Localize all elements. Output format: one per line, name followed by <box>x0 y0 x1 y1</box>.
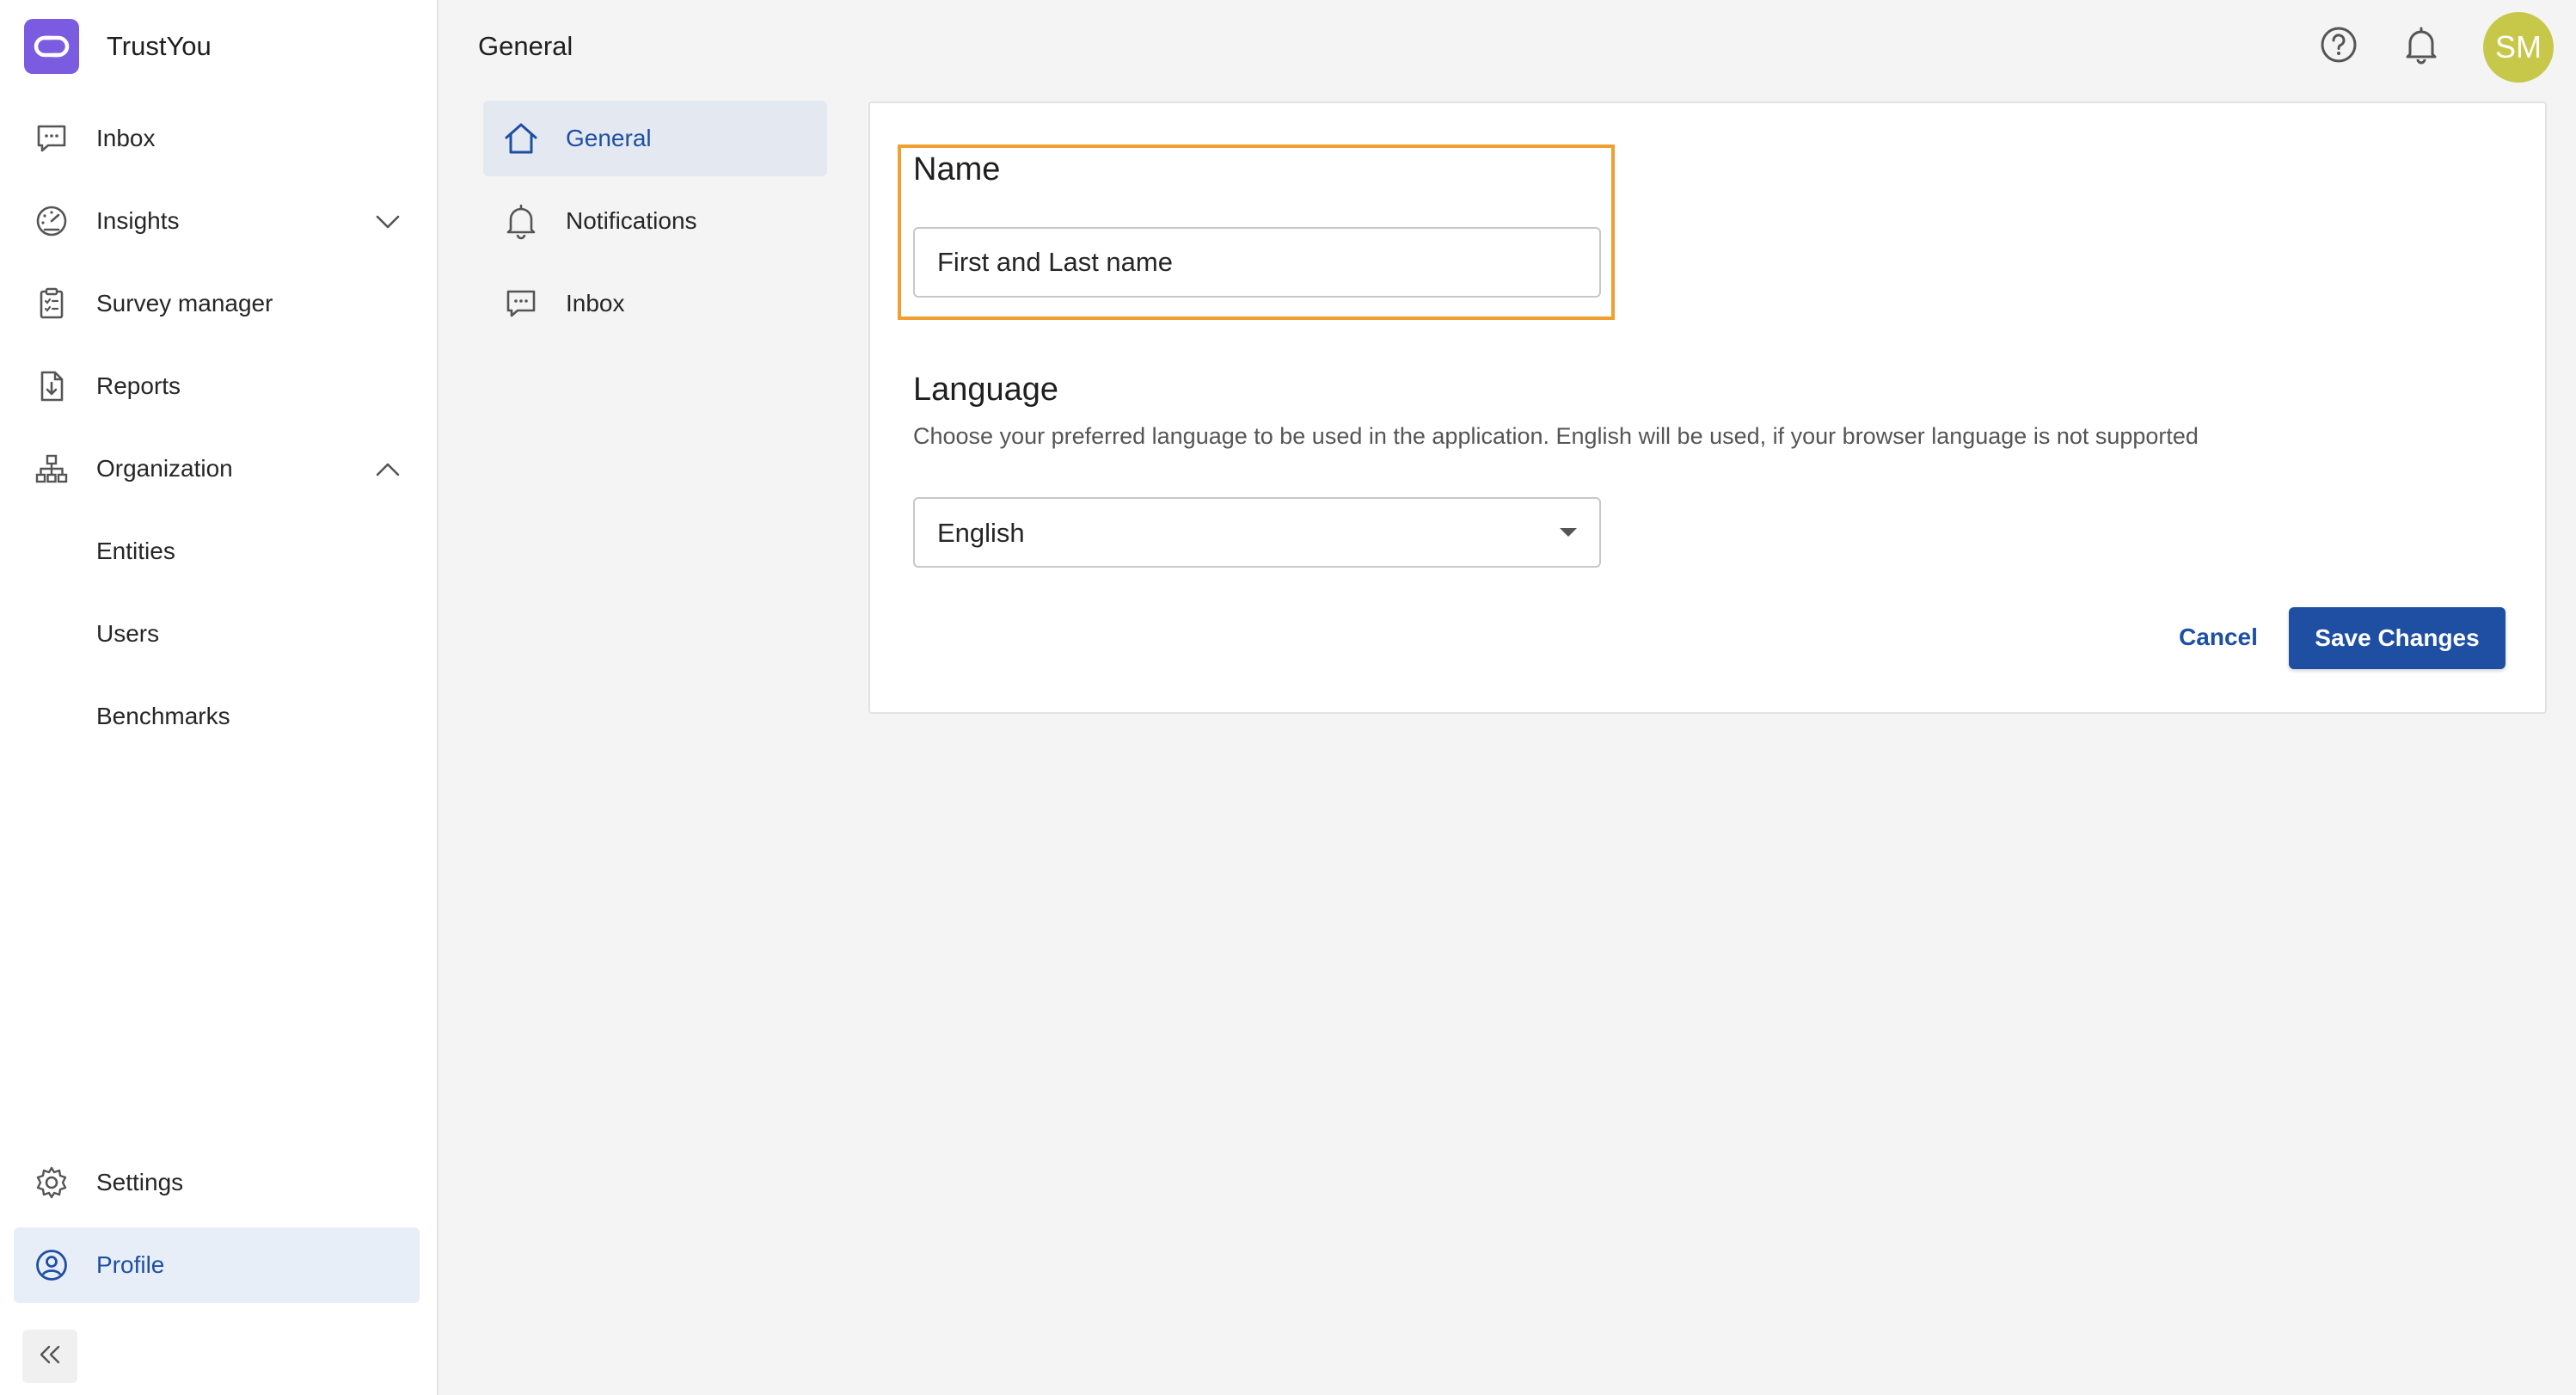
sidebar-item-organization[interactable]: Organization <box>14 431 420 507</box>
org-chart-icon <box>33 450 71 488</box>
chevron-down-icon[interactable] <box>373 207 402 237</box>
sidebar-item-label: Benchmarks <box>96 703 230 729</box>
language-select[interactable]: English <box>913 497 1601 568</box>
page-title: General <box>478 31 573 61</box>
trustyou-logo-icon <box>24 19 79 74</box>
save-changes-button[interactable]: Save Changes <box>2289 607 2505 669</box>
sidebar-item-label: Organization <box>96 455 233 482</box>
gear-icon <box>33 1164 71 1201</box>
sidebar-item-profile[interactable]: Profile <box>14 1227 420 1303</box>
sub-nav-item-notifications[interactable]: Notifications <box>483 183 827 259</box>
language-section-title: Language <box>913 372 1059 408</box>
sidebar-item-label: Reports <box>96 372 181 399</box>
sidebar-item-label: Insights <box>96 207 180 234</box>
help-circle-icon <box>2319 25 2358 69</box>
sidebar-item-reports[interactable]: Reports <box>14 348 420 424</box>
sub-nav-label: General <box>566 125 652 151</box>
profile-general-card: Name Language Choose your preferred lang… <box>868 101 2547 714</box>
clipboard-icon <box>33 285 71 323</box>
file-download-icon <box>33 367 71 405</box>
user-circle-icon <box>33 1246 71 1284</box>
sidebar-item-label: Profile <box>96 1251 165 1278</box>
language-selected-value: English <box>937 518 1025 548</box>
sub-nav-item-general[interactable]: General <box>483 101 827 176</box>
sidebar-item-label: Survey manager <box>96 290 273 316</box>
sidebar-item-benchmarks[interactable]: Benchmarks <box>14 679 420 754</box>
avatar[interactable]: SM <box>2483 12 2554 83</box>
chat-bubble-icon <box>33 120 71 157</box>
app-name: TrustYou <box>107 31 212 61</box>
name-input[interactable] <box>913 227 1601 298</box>
bell-icon <box>500 200 542 242</box>
collapse-sidebar-button[interactable] <box>22 1330 77 1383</box>
sub-nav-label: Notifications <box>566 207 697 234</box>
sidebar-item-inbox[interactable]: Inbox <box>14 101 420 176</box>
caret-down-icon <box>1560 528 1577 537</box>
name-section-title: Name <box>913 151 1001 187</box>
sidebar: TrustYou Inbox Insights Survey manager R… <box>0 0 439 1395</box>
gauge-icon <box>33 202 71 240</box>
bell-icon <box>2403 25 2439 69</box>
sidebar-item-label: Settings <box>96 1169 184 1195</box>
home-icon <box>500 118 542 159</box>
notifications-button[interactable] <box>2399 24 2444 69</box>
sidebar-item-label: Users <box>96 620 160 647</box>
sidebar-item-insights[interactable]: Insights <box>14 183 420 259</box>
sidebar-item-label: Entities <box>96 538 175 564</box>
brand[interactable]: TrustYou <box>24 19 212 74</box>
sidebar-item-users[interactable]: Users <box>14 596 420 672</box>
sidebar-item-survey-manager[interactable]: Survey manager <box>14 266 420 341</box>
cancel-button[interactable]: Cancel <box>2150 607 2287 667</box>
sidebar-item-entities[interactable]: Entities <box>14 513 420 589</box>
double-chevron-left-icon <box>38 1344 62 1369</box>
sub-nav-item-inbox[interactable]: Inbox <box>483 266 827 341</box>
chevron-up-icon[interactable] <box>373 455 402 484</box>
avatar-initials: SM <box>2495 29 2542 65</box>
help-button[interactable] <box>2316 24 2361 69</box>
sidebar-item-settings[interactable]: Settings <box>14 1145 420 1220</box>
sidebar-item-label: Inbox <box>96 125 156 151</box>
sub-nav-label: Inbox <box>566 290 625 316</box>
chat-bubble-icon <box>500 283 542 324</box>
language-description: Choose your preferred language to be use… <box>913 423 2199 449</box>
